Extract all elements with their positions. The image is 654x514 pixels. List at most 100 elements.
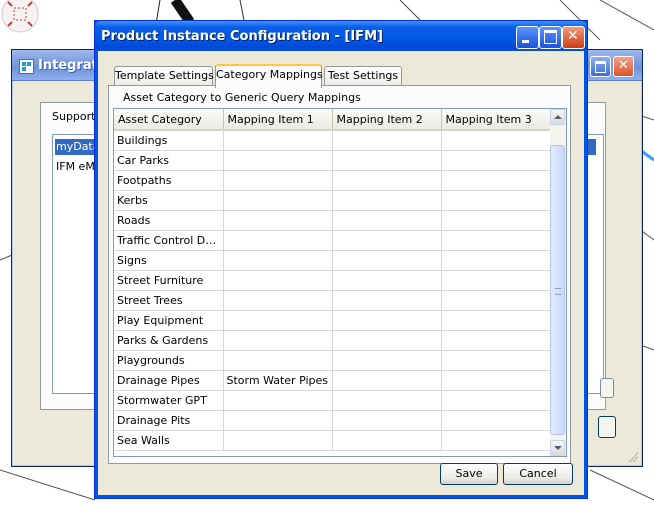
table-row[interactable]: Drainage Pits bbox=[114, 410, 551, 431]
table-cell[interactable] bbox=[223, 350, 333, 371]
table-cell[interactable] bbox=[441, 290, 551, 311]
table-row[interactable]: Roads bbox=[114, 210, 551, 231]
table-row[interactable]: Street Trees bbox=[114, 290, 551, 311]
table-row[interactable]: Drainage Pipes Storm Water Pipes bbox=[114, 370, 551, 391]
table-cell[interactable]: Drainage Pits bbox=[114, 410, 224, 431]
scrollbar-thumb[interactable] bbox=[550, 145, 565, 435]
tab-template-settings[interactable]: Template Settings bbox=[114, 66, 214, 86]
table-cell[interactable] bbox=[332, 290, 442, 311]
table-cell[interactable] bbox=[332, 270, 442, 291]
table-cell[interactable] bbox=[441, 390, 551, 411]
tab-test-settings[interactable]: Test Settings bbox=[324, 66, 402, 86]
column-header[interactable]: Mapping Item 1 bbox=[223, 109, 333, 131]
table-cell[interactable] bbox=[441, 370, 551, 391]
table-cell[interactable] bbox=[441, 190, 551, 211]
table-cell[interactable] bbox=[332, 250, 442, 271]
table-row[interactable]: Playgrounds bbox=[114, 350, 551, 371]
table-cell[interactable]: Car Parks bbox=[114, 150, 224, 171]
table-cell[interactable] bbox=[441, 430, 551, 451]
table-cell[interactable] bbox=[223, 410, 333, 431]
table-cell[interactable] bbox=[332, 410, 442, 431]
cancel-button[interactable]: Cancel bbox=[503, 463, 573, 485]
table-cell[interactable] bbox=[223, 170, 333, 191]
save-button[interactable]: Save bbox=[440, 463, 498, 485]
table-cell[interactable]: Stormwater GPT bbox=[114, 390, 224, 411]
maximize-icon[interactable] bbox=[539, 26, 562, 49]
scroll-up-icon[interactable] bbox=[550, 109, 565, 125]
table-cell[interactable] bbox=[441, 130, 551, 151]
table-cell[interactable] bbox=[441, 230, 551, 251]
table-cell[interactable] bbox=[332, 230, 442, 251]
table-cell[interactable] bbox=[332, 310, 442, 331]
table-cell[interactable] bbox=[332, 390, 442, 411]
table-cell[interactable] bbox=[441, 170, 551, 191]
table-cell[interactable]: Roads bbox=[114, 210, 224, 231]
table-row[interactable]: Car Parks bbox=[114, 150, 551, 171]
table-cell[interactable]: Drainage Pipes bbox=[114, 370, 224, 391]
resize-grip-icon[interactable] bbox=[628, 452, 638, 462]
table-cell[interactable] bbox=[223, 310, 333, 331]
table-cell[interactable] bbox=[332, 370, 442, 391]
background-side-button[interactable] bbox=[600, 378, 614, 398]
table-cell[interactable]: Street Trees bbox=[114, 290, 224, 311]
vertical-scrollbar[interactable] bbox=[550, 109, 566, 456]
table-cell[interactable] bbox=[441, 210, 551, 231]
table-row[interactable]: Kerbs bbox=[114, 190, 551, 211]
table-cell[interactable] bbox=[332, 430, 442, 451]
table-cell[interactable] bbox=[441, 330, 551, 351]
close-icon[interactable] bbox=[562, 26, 585, 49]
tab-category-mappings[interactable]: Category Mappings bbox=[215, 64, 323, 88]
column-header[interactable]: Mapping Item 2 bbox=[332, 109, 442, 131]
table-cell[interactable] bbox=[223, 290, 333, 311]
table-cell[interactable]: Footpaths bbox=[114, 170, 224, 191]
table-cell[interactable] bbox=[441, 250, 551, 271]
table-row[interactable]: Street Furniture bbox=[114, 270, 551, 291]
table-cell[interactable] bbox=[441, 410, 551, 431]
table-cell[interactable]: Traffic Control Dev… bbox=[114, 230, 224, 251]
table-row[interactable]: Traffic Control Dev… bbox=[114, 230, 551, 251]
table-cell[interactable] bbox=[332, 210, 442, 231]
table-cell[interactable]: Kerbs bbox=[114, 190, 224, 211]
table-cell[interactable] bbox=[223, 190, 333, 211]
table-cell[interactable] bbox=[223, 250, 333, 271]
table-cell[interactable] bbox=[223, 230, 333, 251]
column-header[interactable]: Mapping Item 3 bbox=[441, 109, 551, 131]
table-cell[interactable] bbox=[441, 310, 551, 331]
table-cell[interactable]: Signs bbox=[114, 250, 224, 271]
table-cell[interactable] bbox=[441, 270, 551, 291]
table-row[interactable]: Stormwater GPT bbox=[114, 390, 551, 411]
table-cell[interactable] bbox=[332, 130, 442, 151]
table-row[interactable]: Parks & Gardens bbox=[114, 330, 551, 351]
table-cell[interactable] bbox=[223, 210, 333, 231]
table-cell[interactable] bbox=[223, 130, 333, 151]
background-bottom-button[interactable] bbox=[598, 416, 616, 438]
table-cell[interactable] bbox=[332, 190, 442, 211]
table-row[interactable]: Footpaths bbox=[114, 170, 551, 191]
table-cell[interactable] bbox=[223, 150, 333, 171]
table-cell[interactable] bbox=[332, 170, 442, 191]
maximize-icon[interactable] bbox=[590, 56, 611, 77]
table-row[interactable]: Buildings bbox=[114, 130, 551, 151]
table-row[interactable]: Sea Walls bbox=[114, 430, 551, 451]
table-cell[interactable]: Storm Water Pipes bbox=[223, 370, 333, 391]
minimize-icon[interactable] bbox=[516, 26, 539, 49]
table-row[interactable]: Signs bbox=[114, 250, 551, 271]
table-row[interactable]: Play Equipment bbox=[114, 310, 551, 331]
table-cell[interactable] bbox=[223, 330, 333, 351]
column-header[interactable]: Asset Category bbox=[114, 109, 224, 131]
scroll-down-icon[interactable] bbox=[550, 440, 565, 456]
dialog-titlebar[interactable]: Product Instance Configuration - [IFM] bbox=[95, 21, 587, 51]
table-cell[interactable] bbox=[332, 330, 442, 351]
close-icon[interactable] bbox=[613, 56, 634, 77]
table-cell[interactable]: Playgrounds bbox=[114, 350, 224, 371]
table-cell[interactable]: Sea Walls bbox=[114, 430, 224, 451]
table-cell[interactable]: Street Furniture bbox=[114, 270, 224, 291]
table-cell[interactable] bbox=[441, 150, 551, 171]
mappings-grid[interactable]: Asset Category Mapping Item 1 Mapping It… bbox=[113, 108, 567, 457]
table-cell[interactable] bbox=[441, 350, 551, 371]
table-cell[interactable]: Play Equipment bbox=[114, 310, 224, 331]
table-cell[interactable] bbox=[223, 430, 333, 451]
table-cell[interactable] bbox=[332, 350, 442, 371]
table-cell[interactable] bbox=[223, 270, 333, 291]
table-cell[interactable]: Buildings bbox=[114, 130, 224, 151]
